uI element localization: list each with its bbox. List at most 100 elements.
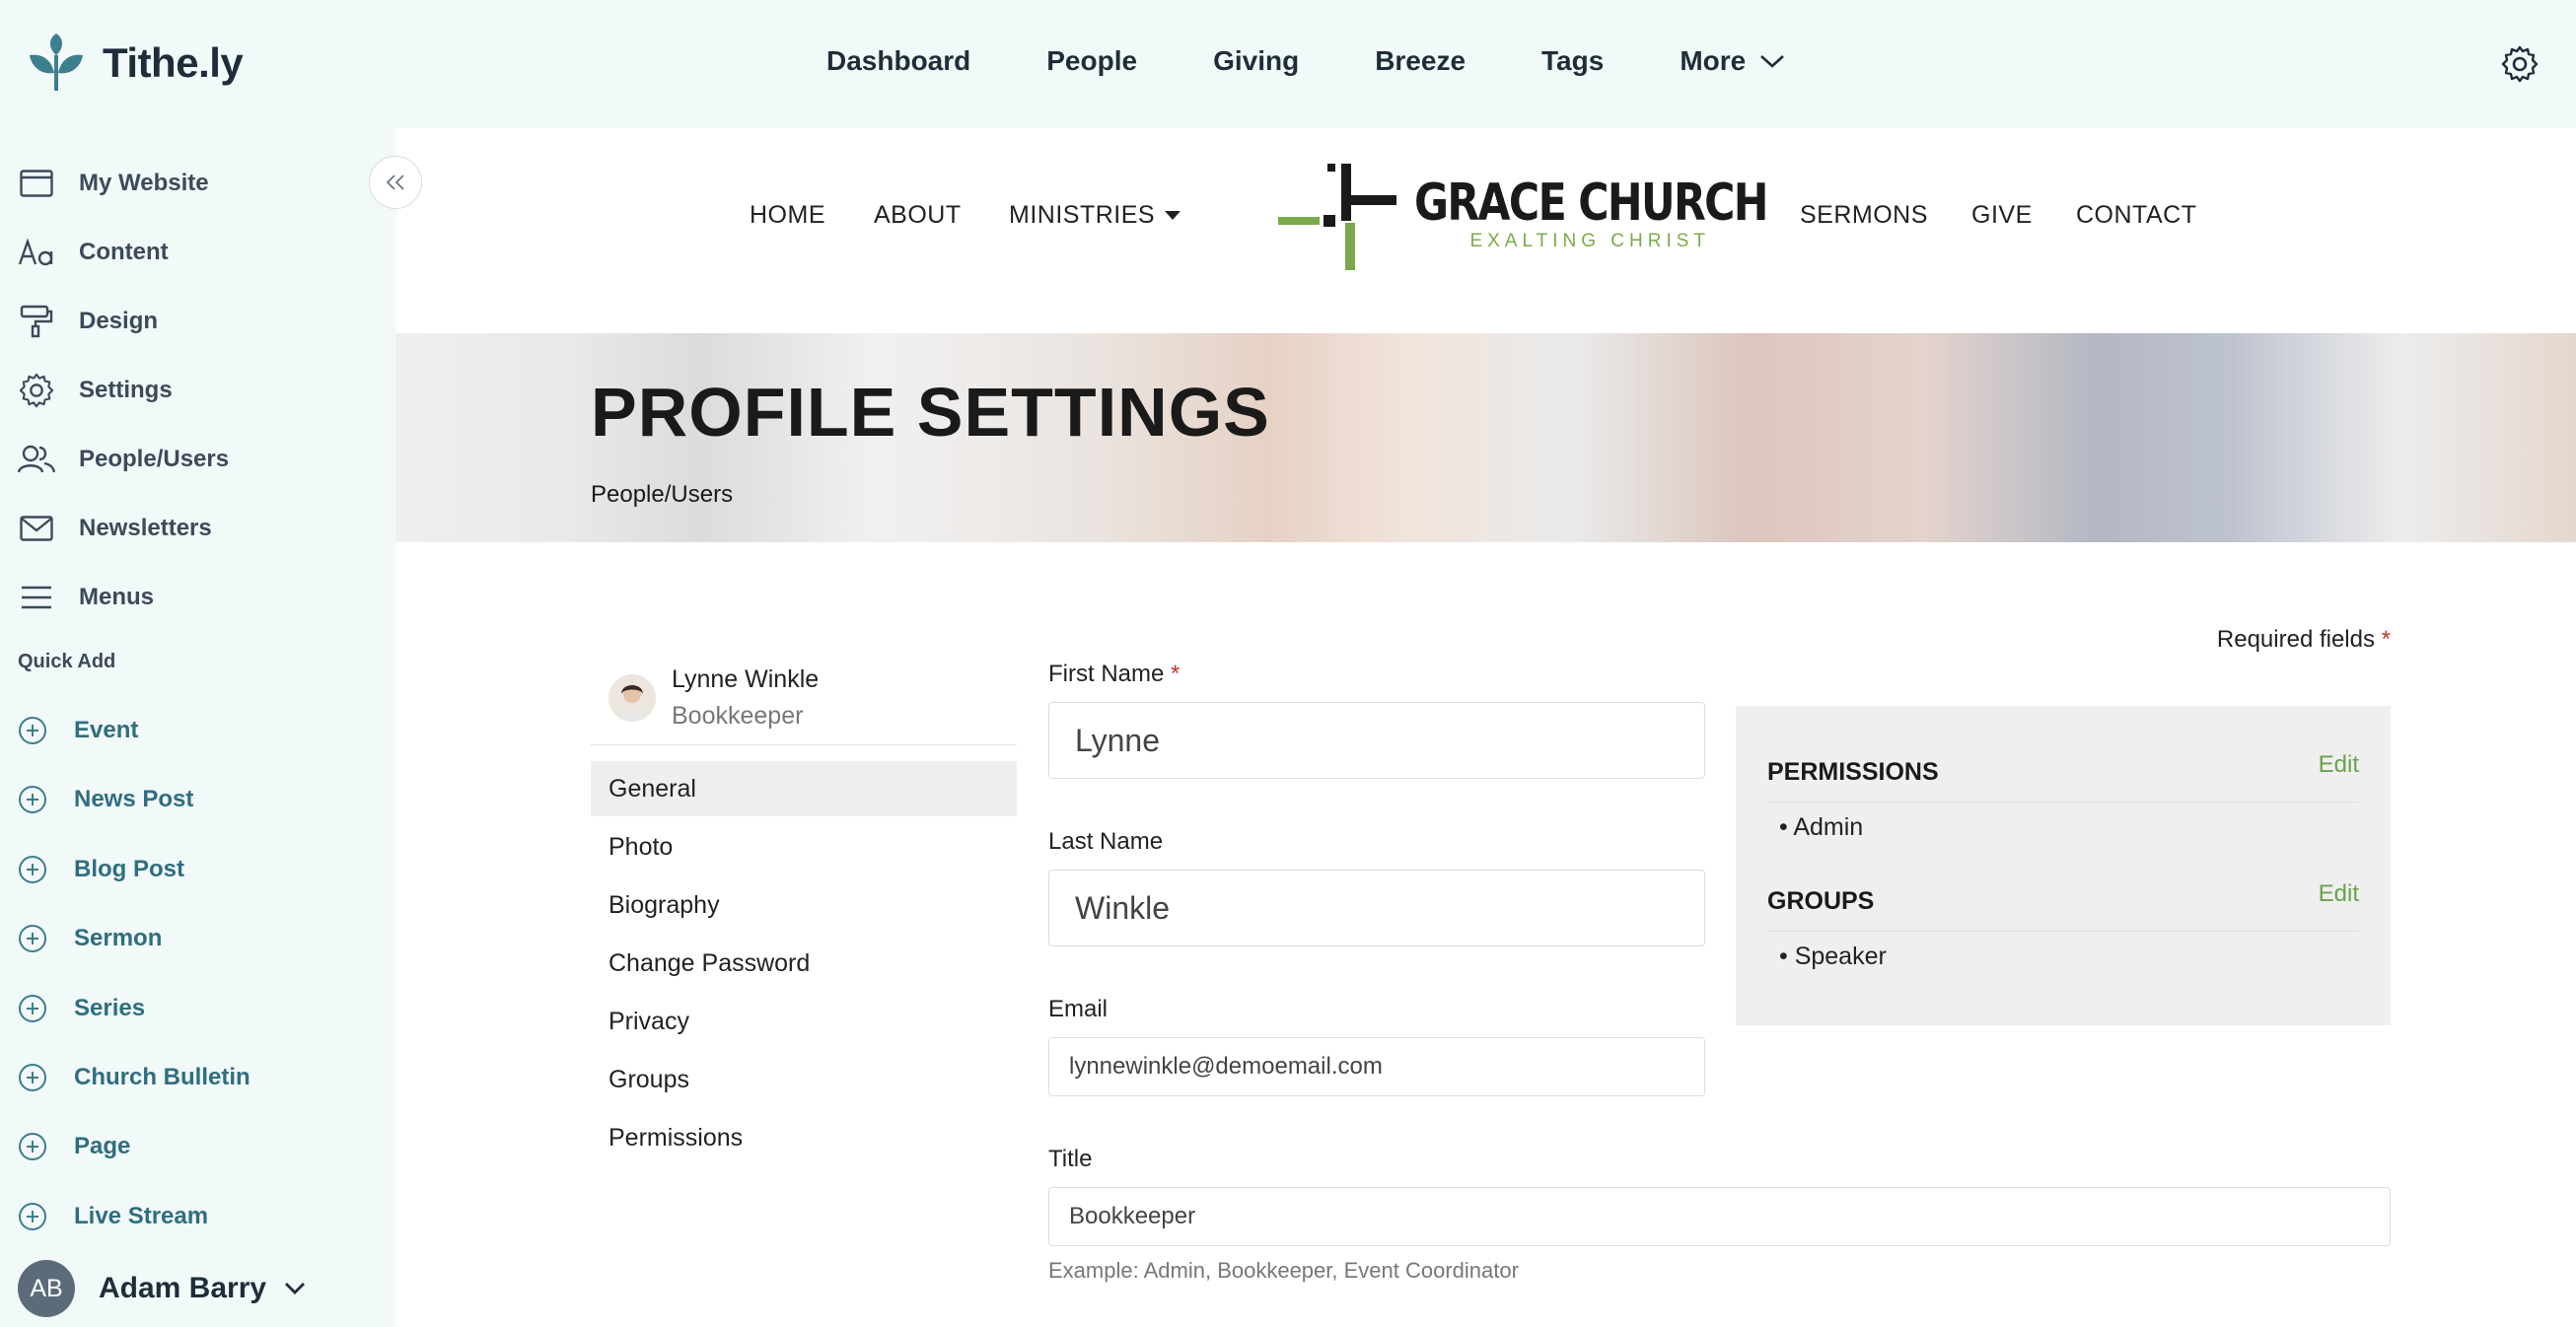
- tithely-logo[interactable]: Tithe.ly: [28, 34, 244, 93]
- groups-heading: GROUPS: [1767, 887, 1875, 915]
- first-name-label-text: First Name: [1048, 661, 1165, 687]
- quick-add-news-post[interactable]: News Post: [18, 780, 193, 819]
- profile-menu-privacy[interactable]: Privacy: [591, 994, 1017, 1049]
- plus-circle-icon: [19, 995, 46, 1022]
- sidebar-item-label: Menus: [79, 584, 155, 610]
- hamburger-menu-icon: [18, 579, 55, 616]
- permissions-groups-panel: PERMISSIONS Edit • Admin GROUPS Edit • S…: [1736, 706, 2391, 1025]
- sidebar-item-design[interactable]: Design: [18, 302, 158, 341]
- title-hint: Example: Admin, Bookkeeper, Event Coordi…: [1048, 1258, 1519, 1283]
- sidebar-item-menus[interactable]: Menus: [18, 578, 154, 617]
- gear-icon[interactable]: [2501, 45, 2539, 83]
- cross-logo-icon: [1278, 164, 1396, 270]
- site-nav-ministries-label: MINISTRIES: [1009, 201, 1156, 229]
- quick-add-live-stream[interactable]: Live Stream: [18, 1197, 208, 1236]
- site-nav-contact[interactable]: CONTACT: [2076, 201, 2196, 230]
- user-menu[interactable]: AB Adam Barry: [18, 1260, 306, 1317]
- envelope-icon: [18, 510, 55, 547]
- plus-circle-icon: [19, 1064, 46, 1091]
- sidebar-item-people-users[interactable]: People/Users: [18, 440, 229, 479]
- double-chevron-left-icon: [386, 175, 404, 190]
- quick-add-sermon[interactable]: Sermon: [18, 919, 162, 958]
- plus-circle-icon: [19, 925, 46, 952]
- plus-circle-icon: [19, 786, 46, 813]
- typography-icon: [18, 234, 55, 271]
- sidebar-item-settings[interactable]: Settings: [18, 371, 173, 410]
- profile-avatar: [608, 673, 656, 722]
- browser-window-icon: [18, 165, 55, 202]
- site-nav-about[interactable]: ABOUT: [874, 201, 962, 230]
- sidebar-item-label: My Website: [79, 170, 209, 196]
- quick-add-label: Blog Post: [74, 856, 184, 882]
- required-star: *: [2381, 626, 2391, 653]
- divider: [1767, 802, 2359, 803]
- profile-menu-permissions[interactable]: Permissions: [591, 1110, 1017, 1165]
- nav-more-label: More: [1680, 45, 1747, 76]
- leaf-logo-icon: [30, 34, 83, 92]
- church-logo[interactable]: GRACE CHURCH EXALTING CHRIST: [1274, 158, 1844, 272]
- quick-add-label: Sermon: [74, 925, 163, 951]
- quick-add-label: Page: [74, 1133, 131, 1159]
- chevron-down-icon: [285, 1283, 306, 1294]
- nav-people[interactable]: People: [1046, 45, 1137, 77]
- quick-add-label: Live Stream: [74, 1203, 209, 1229]
- nav-dashboard[interactable]: Dashboard: [826, 45, 970, 77]
- nav-giving[interactable]: Giving: [1213, 45, 1299, 77]
- sidebar: My Website Content Design Settings Peopl…: [0, 128, 396, 1327]
- page-title: PROFILE SETTINGS: [591, 374, 1270, 451]
- site-nav-home[interactable]: HOME: [750, 201, 825, 230]
- sidebar-item-label: Newsletters: [79, 515, 212, 541]
- permissions-heading: PERMISSIONS: [1767, 758, 1939, 786]
- email-input[interactable]: lynnewinkle@demoemail.com: [1048, 1037, 1705, 1096]
- profile-menu-groups[interactable]: Groups: [591, 1052, 1017, 1107]
- logo-text: Tithe.ly: [103, 39, 244, 86]
- sidebar-item-newsletters[interactable]: Newsletters: [18, 509, 212, 548]
- email-label: Email: [1048, 996, 1109, 1022]
- breadcrumb[interactable]: People/Users: [591, 481, 733, 509]
- sidebar-item-content[interactable]: Content: [18, 233, 169, 272]
- plus-circle-icon: [19, 856, 46, 883]
- last-name-input[interactable]: Winkle: [1048, 870, 1705, 946]
- profile-menu-photo[interactable]: Photo: [591, 819, 1017, 874]
- required-fields-text: Required fields: [2216, 626, 2375, 653]
- profile-menu-general[interactable]: General: [591, 761, 1017, 816]
- top-bar: Tithe.ly Dashboard People Giving Breeze …: [0, 0, 2576, 128]
- user-name: Adam Barry: [99, 1272, 267, 1304]
- plus-circle-icon: [19, 717, 46, 744]
- sidebar-item-label: People/Users: [79, 446, 230, 472]
- settings-gear-icon: [18, 372, 55, 409]
- profile-card: Lynne Winkle Bookkeeper: [591, 651, 1017, 745]
- quick-add-page[interactable]: Page: [18, 1127, 130, 1166]
- nav-tags[interactable]: Tags: [1541, 45, 1604, 77]
- plus-circle-icon: [19, 1133, 46, 1160]
- quick-add-church-bulletin[interactable]: Church Bulletin: [18, 1058, 250, 1097]
- site-nav-sermons[interactable]: SERMONS: [1800, 201, 1928, 230]
- chevron-down-icon: [1760, 55, 1785, 68]
- quick-add-label: News Post: [74, 786, 194, 812]
- edit-groups-link[interactable]: Edit: [2319, 880, 2359, 908]
- website-preview: HOME ABOUT MINISTRIES GRACE CHURCH EXALT…: [396, 128, 2576, 1327]
- paint-roller-icon: [18, 303, 55, 340]
- site-nav-ministries[interactable]: MINISTRIES: [1009, 201, 1181, 230]
- quick-add-label: Series: [74, 995, 146, 1021]
- first-name-input[interactable]: Lynne: [1048, 702, 1705, 779]
- nav-breeze[interactable]: Breeze: [1375, 45, 1466, 77]
- site-nav-give[interactable]: GIVE: [1971, 201, 2033, 230]
- edit-permissions-link[interactable]: Edit: [2319, 751, 2359, 779]
- sidebar-item-label: Content: [79, 239, 169, 265]
- quick-add-blog-post[interactable]: Blog Post: [18, 850, 184, 889]
- collapse-sidebar-button[interactable]: [369, 156, 422, 209]
- sidebar-item-label: Settings: [79, 377, 173, 403]
- group-item: • Speaker: [1779, 943, 1887, 970]
- divider: [1767, 931, 2359, 932]
- profile-menu-change-password[interactable]: Change Password: [591, 936, 1017, 991]
- sidebar-item-my-website[interactable]: My Website: [18, 164, 209, 203]
- caret-down-icon: [1165, 210, 1181, 220]
- title-input[interactable]: Bookkeeper: [1048, 1187, 2391, 1246]
- nav-more[interactable]: More: [1680, 45, 1785, 77]
- quick-add-event[interactable]: Event: [18, 711, 138, 750]
- profile-menu-biography[interactable]: Biography: [591, 877, 1017, 933]
- permission-item: • Admin: [1779, 813, 1864, 841]
- quick-add-series[interactable]: Series: [18, 989, 145, 1028]
- required-fields-note: Required fields *: [2217, 626, 2391, 654]
